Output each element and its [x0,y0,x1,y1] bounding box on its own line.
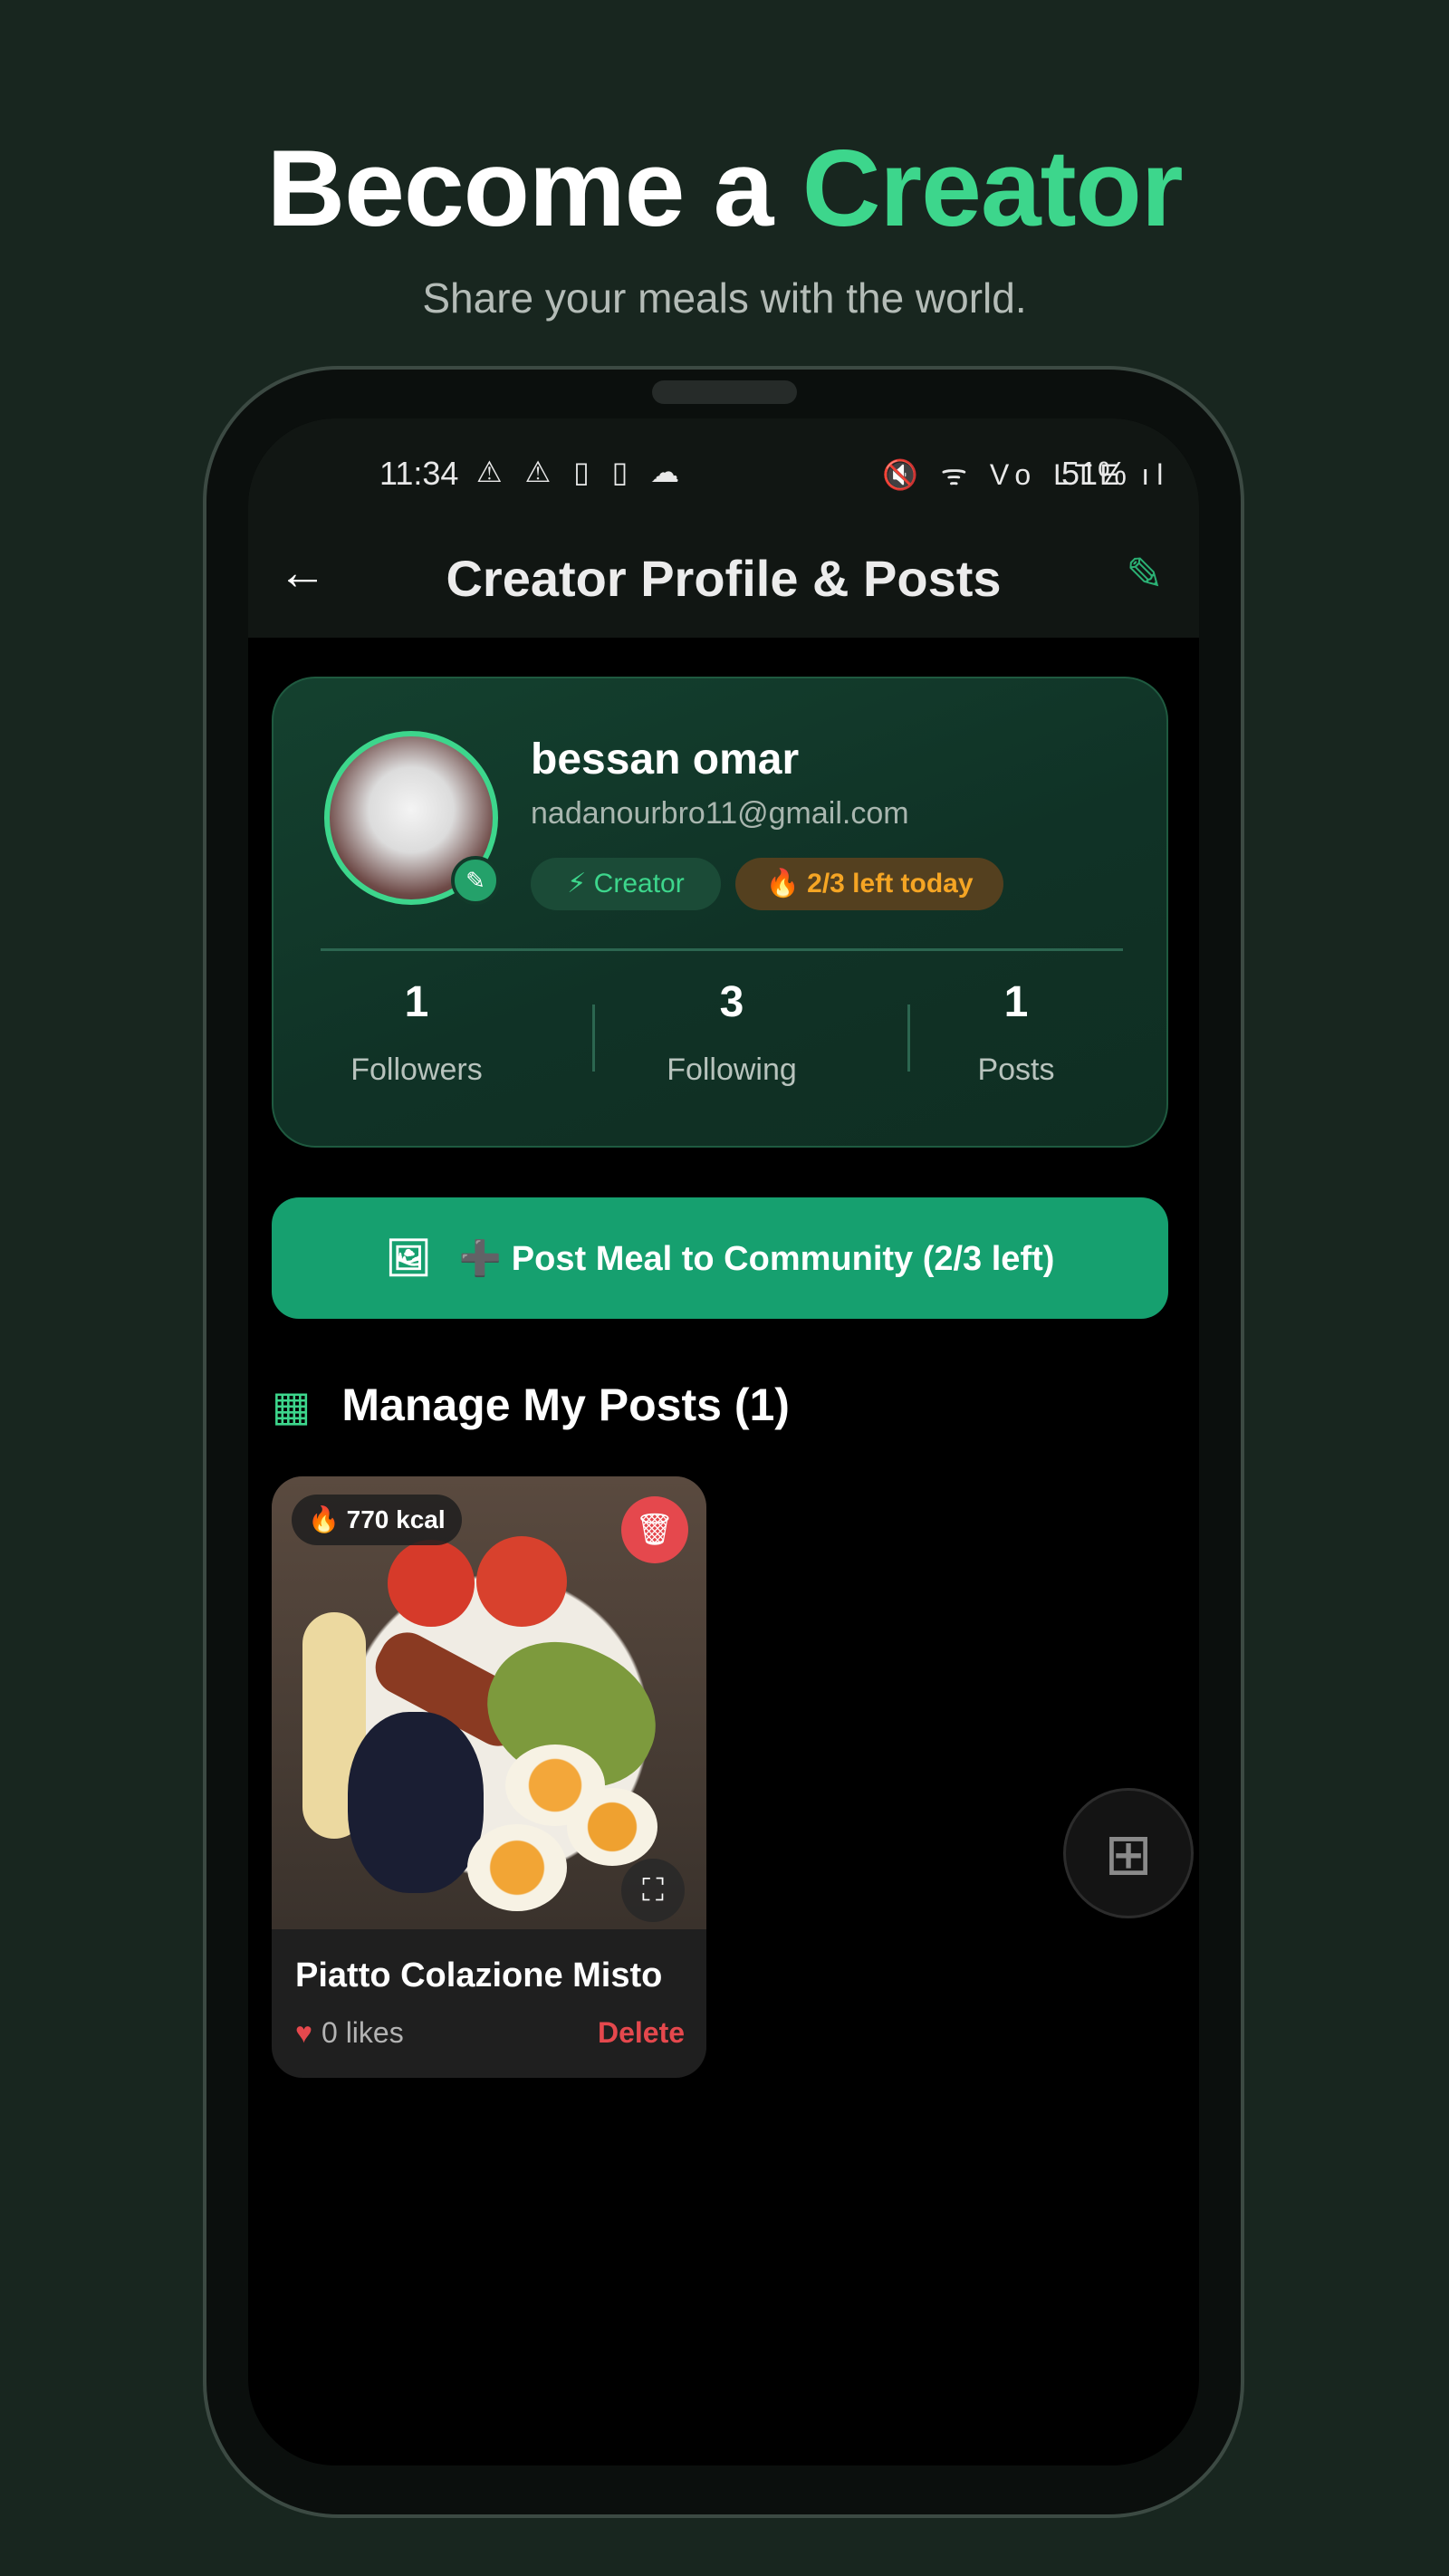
trash-icon[interactable]: 🗑 [621,1496,688,1563]
status-bar: 11:34 ⚠ ⚠ ▯ ▯ ☁ 🔇 ᯤ Vo LTE ıl 51% [248,418,1199,509]
phone-screen: 11:34 ⚠ ⚠ ▯ ▯ ☁ 🔇 ᯤ Vo LTE ıl 51% ← Crea… [248,418,1199,2465]
stat-value: 1 [1003,978,1029,1026]
hero-title-accent: Creator [801,128,1184,249]
expand-icon[interactable]: ⛶ [621,1859,685,1922]
delete-button[interactable]: Delete [598,2016,685,2050]
section-title: Manage My Posts (1) [341,1379,790,1430]
stat-value: 1 [404,978,429,1026]
status-time: 11:34 [379,455,459,492]
food-tomato [476,1536,567,1627]
avatar-edit-icon[interactable]: ✎ [451,856,500,905]
hero-title-text: Become a [266,128,773,249]
heart-icon[interactable]: ♥ [295,2016,312,2049]
food-egg [467,1824,567,1911]
stat-following[interactable]: 3 Following [614,977,849,1088]
grid-icon: ▦ [272,1382,312,1429]
battery-level: 51% [1061,455,1128,492]
post-likes: ♥ 0 likes [295,2016,404,2050]
stat-label: Posts [977,1053,1055,1087]
stat-value: 3 [719,978,744,1026]
hero-title: Become a Creator [0,134,1449,243]
edit-pencil-icon[interactable]: ✎ [1118,547,1172,601]
post-meal-button-label: ➕ Post Meal to Community (2/3 left) [458,1240,1055,1278]
hero-subtitle: Share your meals with the world. [422,274,1027,322]
stat-label: Followers [350,1053,483,1087]
status-notification-icons: ⚠ ⚠ ▯ ▯ ☁ [476,456,687,488]
status-signal-icons: 🔇 ᯤ Vo LTE ıl [882,458,1171,491]
stat-posts[interactable]: 1 Posts [898,977,1134,1088]
card-divider [321,948,1123,951]
stat-followers[interactable]: 1 Followers [299,977,534,1088]
stat-label: Following [667,1053,797,1087]
page-title: Creator Profile & Posts [446,550,1002,607]
section-header: ▦ Manage My Posts (1) [272,1379,790,1431]
kcal-badge: 🔥 770 kcal [292,1495,462,1545]
profile-email: nadanourbro11@gmail.com [531,796,909,831]
food-blueberries [348,1712,484,1893]
phone-speaker [652,380,797,404]
daily-limit-badge: 🔥 2/3 left today [735,858,1003,910]
creator-badge: ⚡ Creator [531,858,721,910]
likes-count: 0 likes [321,2016,404,2049]
post-meal-button[interactable]: 🖼 ➕ Post Meal to Community (2/3 left) [272,1197,1168,1319]
add-photo-icon: 🖼 [385,1238,432,1278]
post-title: Piatto Colazione Misto [295,1956,663,1994]
profile-card: ✎ bessan omar nadanourbro11@gmail.com ⚡ … [272,677,1168,1148]
profile-name: bessan omar [531,735,800,783]
post-card[interactable]: 🔥 770 kcal 🗑 ⛶ Piatto Colazione Misto ♥ 0… [272,1476,706,2078]
app-bar: ← Creator Profile & Posts ✎ [248,509,1199,638]
food-egg [567,1788,657,1866]
apps-grid-icon[interactable]: ⊞ [1063,1788,1194,1918]
food-tomato [388,1540,475,1627]
stat-divider [592,1004,595,1072]
